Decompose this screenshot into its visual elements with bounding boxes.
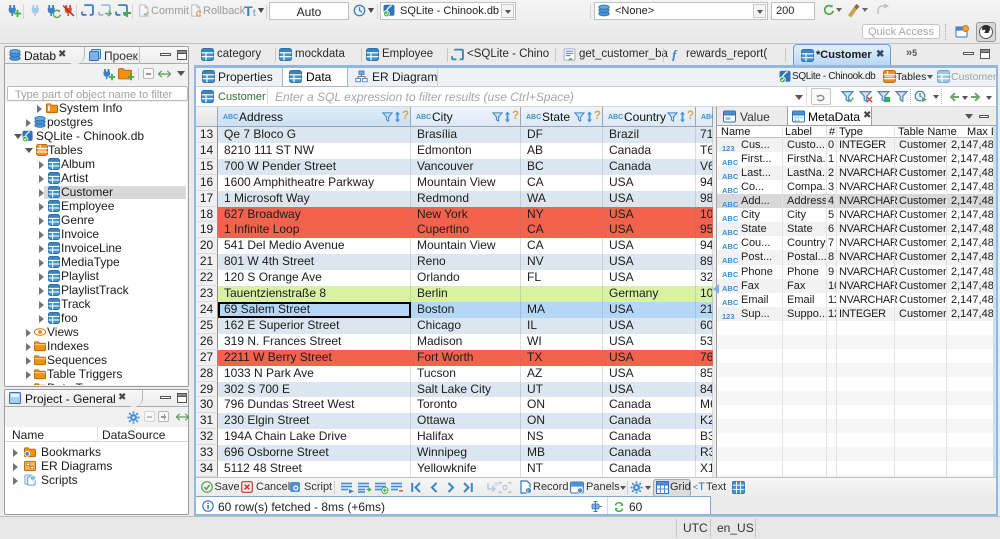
svg-text:i: i <box>527 489 528 494</box>
svg-text:S: S <box>32 476 36 482</box>
